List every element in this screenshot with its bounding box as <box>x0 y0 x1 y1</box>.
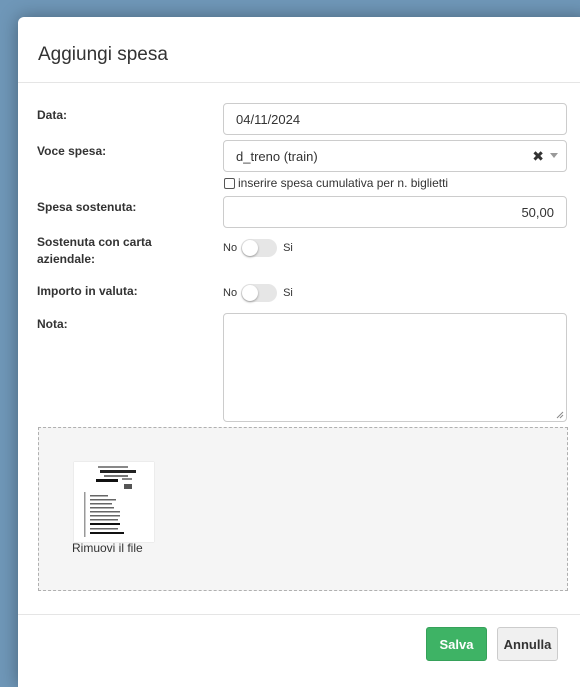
receipt-thumbnail <box>74 462 154 542</box>
cumulative-checkbox-row[interactable]: inserire spesa cumulativa per n. bigliet… <box>224 176 448 190</box>
resize-grip-icon[interactable] <box>556 411 564 419</box>
remove-file-link[interactable]: Rimuovi il file <box>72 541 143 555</box>
times-icon[interactable]: ✖ <box>532 148 544 165</box>
amount-label: Spesa sostenuta: <box>37 200 137 214</box>
amount-value: 50,00 <box>521 205 554 220</box>
company-card-toggle-row: No Si <box>223 239 293 257</box>
foreign-currency-toggle-row: No Si <box>223 284 293 302</box>
add-expense-modal: Aggiungi spesa Data: 04/11/2024 Voce spe… <box>18 17 580 687</box>
company-card-off-label: No <box>223 242 238 254</box>
date-input[interactable]: 04/11/2024 <box>223 103 567 135</box>
expense-item-label: Voce spesa: <box>37 144 107 158</box>
amount-input[interactable]: 50,00 <box>223 196 567 228</box>
foreign-currency-toggle[interactable] <box>241 284 278 302</box>
footer-divider <box>18 614 580 615</box>
company-card-on-label: Si <box>283 242 293 254</box>
receipt-image <box>82 462 146 542</box>
note-textarea[interactable] <box>223 313 567 422</box>
foreign-currency-label: Importo in valuta: <box>37 284 138 298</box>
caret-down-icon[interactable] <box>550 153 558 158</box>
cumulative-checkbox[interactable] <box>224 177 235 189</box>
expense-item-value: d_treno (train) <box>236 149 318 164</box>
foreign-currency-off-label: No <box>223 287 238 299</box>
toggle-knob <box>242 285 259 301</box>
date-label: Data: <box>37 108 68 122</box>
cumulative-checkbox-label: inserire spesa cumulativa per n. bigliet… <box>238 176 449 190</box>
save-button[interactable]: Salva <box>426 627 487 661</box>
foreign-currency-on-label: Si <box>283 287 293 299</box>
cancel-button[interactable]: Annulla <box>497 627 558 661</box>
toggle-knob <box>242 240 259 256</box>
company-card-toggle[interactable] <box>241 239 278 257</box>
modal-title: Aggiungi spesa <box>38 44 168 65</box>
expense-item-select[interactable]: d_treno (train) ✖ <box>223 140 567 172</box>
note-label: Nota: <box>37 317 68 331</box>
date-value: 04/11/2024 <box>236 112 301 127</box>
company-card-label: Sostenuta con carta aziendale: <box>37 235 152 266</box>
